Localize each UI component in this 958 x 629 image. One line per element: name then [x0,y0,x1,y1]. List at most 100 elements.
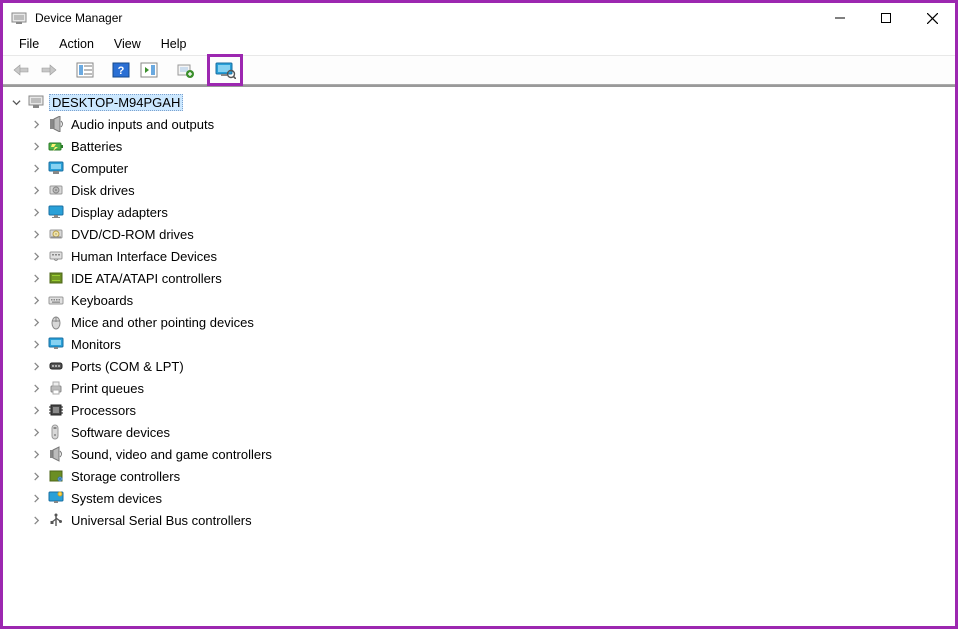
tree-category-label: System devices [69,491,164,506]
titlebar: Device Manager [3,3,955,33]
svg-text:?: ? [118,65,125,77]
usb-icon [47,511,65,529]
tree-category[interactable]: Monitors [5,333,953,355]
tree-category[interactable]: Disk drives [5,179,953,201]
tree-category-label: Monitors [69,337,123,352]
chevron-right-icon[interactable] [29,205,43,219]
tree-category-label: Batteries [69,139,124,154]
tree-category-label: Sound, video and game controllers [69,447,274,462]
chevron-right-icon[interactable] [29,271,43,285]
system-device-icon [47,489,65,507]
tree-category[interactable]: Keyboards [5,289,953,311]
toolbar: ? [3,55,955,85]
device-tree[interactable]: DESKTOP-M94PGAH Audio inputs and outputs… [3,87,955,535]
sound-controller-icon [47,445,65,463]
tree-category[interactable]: Sound, video and game controllers [5,443,953,465]
processor-icon [47,401,65,419]
tree-root[interactable]: DESKTOP-M94PGAH [5,91,953,113]
tree-category[interactable]: Computer [5,157,953,179]
tree-category-label: Universal Serial Bus controllers [69,513,254,528]
software-device-icon [47,423,65,441]
chevron-right-icon[interactable] [29,403,43,417]
tree-category-label: Print queues [69,381,146,396]
tree-category-label: Ports (COM & LPT) [69,359,186,374]
keyboard-icon [47,291,65,309]
tree-category[interactable]: Human Interface Devices [5,245,953,267]
tree-category[interactable]: Batteries [5,135,953,157]
tree-category-label: Software devices [69,425,172,440]
port-icon [47,357,65,375]
ide-controller-icon [47,269,65,287]
tree-category-label: IDE ATA/ATAPI controllers [69,271,224,286]
mouse-icon [47,313,65,331]
action-pane-button[interactable] [135,57,163,83]
tree-category[interactable]: DVD/CD-ROM drives [5,223,953,245]
chevron-right-icon[interactable] [29,381,43,395]
tree-category[interactable]: Processors [5,399,953,421]
chevron-right-icon[interactable] [29,227,43,241]
tree-category-label: Disk drives [69,183,137,198]
tree-category-label: Audio inputs and outputs [69,117,216,132]
monitor-icon [47,335,65,353]
chevron-right-icon[interactable] [29,161,43,175]
tree-category[interactable]: Print queues [5,377,953,399]
optical-drive-icon [47,225,65,243]
tree-category[interactable]: Mice and other pointing devices [5,311,953,333]
tree-category[interactable]: Display adapters [5,201,953,223]
window-title: Device Manager [35,11,817,25]
chevron-right-icon[interactable] [29,315,43,329]
computer-icon [47,159,65,177]
tree-root-label: DESKTOP-M94PGAH [49,94,183,111]
chevron-down-icon[interactable] [9,95,23,109]
tree-category[interactable]: System devices [5,487,953,509]
tree-category-label: DVD/CD-ROM drives [69,227,196,242]
tree-category[interactable]: IDE ATA/ATAPI controllers [5,267,953,289]
minimize-button[interactable] [817,3,863,33]
chevron-right-icon[interactable] [29,183,43,197]
device-manager-window: Device Manager File Action View Help [0,0,958,629]
tree-category-label: Mice and other pointing devices [69,315,256,330]
tree-category-label: Human Interface Devices [69,249,219,264]
chevron-right-icon[interactable] [29,359,43,373]
update-driver-button[interactable] [171,57,199,83]
chevron-right-icon[interactable] [29,337,43,351]
storage-controller-icon [47,467,65,485]
tree-category[interactable]: Software devices [5,421,953,443]
chevron-right-icon[interactable] [29,513,43,527]
show-hide-tree-button[interactable] [71,57,99,83]
window-controls [817,3,955,33]
tree-category-label: Keyboards [69,293,135,308]
tree-category-label: Display adapters [69,205,170,220]
tree-category[interactable]: Storage controllers [5,465,953,487]
display-adapter-icon [47,203,65,221]
tree-category[interactable]: Universal Serial Bus controllers [5,509,953,531]
forward-button[interactable] [35,57,63,83]
menu-file[interactable]: File [9,35,49,53]
chevron-right-icon[interactable] [29,425,43,439]
tree-category-label: Processors [69,403,138,418]
chevron-right-icon[interactable] [29,447,43,461]
tree-category[interactable]: Audio inputs and outputs [5,113,953,135]
menu-help[interactable]: Help [151,35,197,53]
close-button[interactable] [909,3,955,33]
chevron-right-icon[interactable] [29,491,43,505]
chevron-right-icon[interactable] [29,117,43,131]
battery-icon [47,137,65,155]
disk-drive-icon [47,181,65,199]
tree-category[interactable]: Ports (COM & LPT) [5,355,953,377]
speaker-icon [47,115,65,133]
tree-category-label: Storage controllers [69,469,182,484]
chevron-right-icon[interactable] [29,469,43,483]
app-icon [11,10,27,26]
help-button[interactable]: ? [107,57,135,83]
chevron-right-icon[interactable] [29,249,43,263]
maximize-button[interactable] [863,3,909,33]
chevron-right-icon[interactable] [29,293,43,307]
menu-action[interactable]: Action [49,35,104,53]
tree-category-label: Computer [69,161,130,176]
menu-view[interactable]: View [104,35,151,53]
menubar: File Action View Help [3,33,955,55]
chevron-right-icon[interactable] [29,139,43,153]
scan-hardware-button[interactable] [207,54,243,86]
back-button[interactable] [7,57,35,83]
